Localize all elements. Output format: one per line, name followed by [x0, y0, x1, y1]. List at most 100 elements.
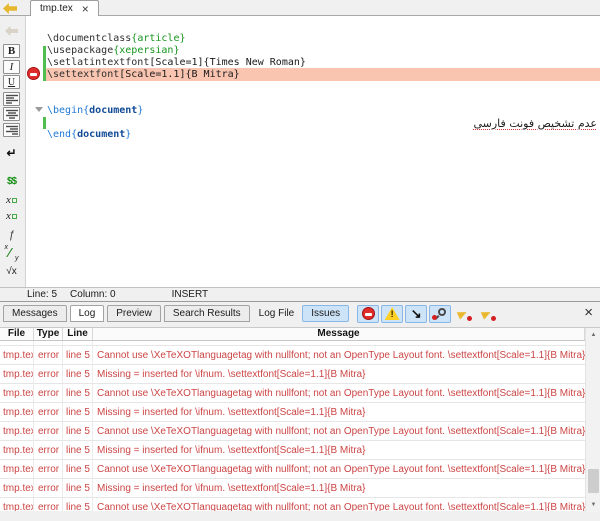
- toggle-log-file[interactable]: Log File: [259, 308, 295, 319]
- diagonal-arrow-icon: ↘: [411, 306, 422, 322]
- code-segment-plain: [Scale=1.1]: [119, 69, 185, 80]
- bold-icon: B: [8, 45, 15, 57]
- editor-line[interactable]: \end{document}: [47, 129, 597, 141]
- code-segment-envname: document: [89, 105, 137, 116]
- fraction-small-icon: ƒ: [8, 229, 14, 241]
- tab-search-results[interactable]: Search Results: [164, 305, 250, 322]
- log-row[interactable]: tmp.texerrorline 5Missing = inserted for…: [0, 479, 585, 498]
- editor-area[interactable]: \documentclass{article}\usepackage{xeper…: [26, 16, 600, 287]
- stop-icon: [27, 67, 40, 80]
- code-segment-envname: document: [77, 129, 125, 140]
- change-marker-bar: [43, 46, 46, 81]
- code-segment-plain: {B Mitra}: [185, 69, 239, 80]
- code-segment-kwblue: \end: [47, 129, 71, 140]
- log-cell-line: line 5: [63, 346, 93, 364]
- show-warnings-button[interactable]: !: [381, 305, 403, 323]
- tab-messages[interactable]: Messages: [3, 305, 67, 322]
- fraction-small-button[interactable]: ƒ: [3, 228, 20, 242]
- panel-close-icon[interactable]: ×: [584, 305, 593, 320]
- log-row[interactable]: tmp.texerrorline 5Cannot use \XeTeXOTlan…: [0, 498, 585, 511]
- log-row[interactable]: tmp.texerrorline 5Cannot use \XeTeXOTlan…: [0, 460, 585, 479]
- magnifier-icon: [438, 308, 446, 316]
- align-right-button[interactable]: [3, 123, 20, 137]
- code-segment-green: {xepersian}: [113, 45, 179, 56]
- fold-triangle-icon[interactable]: [35, 107, 43, 112]
- search-log-button[interactable]: [429, 305, 451, 323]
- tab-label: tmp.tex: [40, 3, 73, 14]
- log-cell-line: line 5: [63, 384, 93, 402]
- status-column: Column: 0: [70, 289, 116, 300]
- log-row[interactable]: tmp.texerrorline 5Missing = inserted for…: [0, 441, 585, 460]
- log-scrollbar[interactable]: ▲ ▼: [585, 328, 600, 512]
- code-segment-cmd: \documentclass: [47, 33, 131, 44]
- underline-button[interactable]: U: [3, 75, 20, 89]
- inline-math-button[interactable]: $$: [3, 174, 20, 188]
- code-segment-cmd: \usepackage: [47, 45, 113, 56]
- log-row[interactable]: tmp.texerrorline 5Missing = inserted for…: [0, 403, 585, 422]
- log-cell-file: tmp.tex: [0, 341, 34, 345]
- previous-error-button[interactable]: [453, 305, 475, 323]
- editor-line[interactable]: \begin{document}: [47, 105, 597, 117]
- log-cell-message: Cannot use \XeTeXOTlanguagetag with null…: [93, 460, 585, 478]
- log-row[interactable]: tmp.texerrorline 5Missing = inserted for…: [0, 365, 585, 384]
- log-cell-type: error: [34, 460, 63, 478]
- editor-line[interactable]: \settextfont[Scale=1.1]{B Mitra}: [47, 69, 597, 81]
- log-cell-type: error: [34, 365, 63, 383]
- newline-button[interactable]: ↵: [3, 146, 20, 160]
- toggle-issues[interactable]: Issues: [302, 305, 349, 322]
- status-bar: Line: 5 Column: 0 INSERT: [0, 287, 600, 302]
- tab-log[interactable]: Log: [70, 305, 105, 322]
- superscript-button[interactable]: x: [3, 209, 20, 223]
- log-cell-line: line 5: [63, 341, 93, 345]
- editor-line[interactable]: \documentclass{article}: [47, 33, 597, 45]
- editor-line[interactable]: \setlatintextfont[Scale=1]{Times New Rom…: [47, 57, 597, 69]
- log-cell-file: tmp.tex: [0, 422, 34, 440]
- code-segment-kwblue: }: [137, 105, 143, 116]
- align-left-button[interactable]: [3, 92, 20, 106]
- log-row[interactable]: tmp.texerrorline 5Cannot use \XeTeXOTlan…: [0, 422, 585, 441]
- header-type[interactable]: Type: [34, 328, 63, 340]
- back-arrow-icon[interactable]: [3, 3, 17, 14]
- code-segment-kwblue: \begin: [47, 105, 83, 116]
- log-cell-message: Missing = inserted for \ifnum. \settextf…: [93, 341, 585, 345]
- log-cell-message: Cannot use \XeTeXOTlanguagetag with null…: [93, 422, 585, 440]
- log-row[interactable]: tmp.texerrorline 5Cannot use \XeTeXOTlan…: [0, 346, 585, 365]
- header-message[interactable]: Message: [93, 328, 585, 340]
- next-error-button[interactable]: [477, 305, 499, 323]
- header-line[interactable]: Line: [63, 328, 93, 340]
- editor-line[interactable]: \usepackage{xepersian}: [47, 45, 597, 57]
- italic-button[interactable]: I: [3, 60, 20, 74]
- header-file[interactable]: File: [0, 328, 34, 340]
- bold-button[interactable]: B: [3, 44, 20, 58]
- status-insert-mode: INSERT: [172, 289, 209, 300]
- show-errors-button[interactable]: [357, 305, 379, 323]
- scroll-down-icon[interactable]: ▼: [586, 498, 600, 512]
- log-cell-file: tmp.tex: [0, 403, 34, 421]
- align-right-icon: [6, 125, 18, 135]
- scrollbar-thumb[interactable]: [588, 469, 599, 493]
- fraction-button[interactable]: x⁄y: [3, 246, 20, 260]
- sqrt-button[interactable]: √x: [3, 264, 20, 278]
- log-row[interactable]: tmp.texerrorline 5Cannot use \XeTeXOTlan…: [0, 384, 585, 403]
- log-cell-line: line 5: [63, 403, 93, 421]
- log-cell-message: Missing = inserted for \ifnum. \settextf…: [93, 441, 585, 459]
- tab-tmp-tex[interactable]: tmp.tex ×: [30, 0, 99, 16]
- newline-icon: ↵: [6, 146, 16, 160]
- tab-close-icon[interactable]: ×: [82, 4, 89, 14]
- log-cell-file: tmp.tex: [0, 460, 34, 478]
- align-center-button[interactable]: [3, 107, 20, 121]
- tab-preview[interactable]: Preview: [107, 305, 161, 322]
- log-table-header: File Type Line Message: [0, 328, 585, 341]
- scroll-up-icon[interactable]: ▲: [586, 328, 600, 342]
- log-cell-line: line 5: [63, 460, 93, 478]
- forward-arrow-icon[interactable]: [3, 24, 20, 38]
- show-bad-boxes-button[interactable]: ↘: [405, 305, 427, 323]
- log-cell-type: error: [34, 479, 63, 497]
- log-cell-file: tmp.tex: [0, 346, 34, 364]
- subscript-button[interactable]: x: [3, 193, 20, 207]
- superscript-box: [12, 214, 17, 219]
- error-gutter-mark[interactable]: [27, 67, 40, 80]
- log-cell-type: error: [34, 341, 63, 345]
- underline-icon: U: [8, 77, 15, 88]
- log-cell-message: Missing = inserted for \ifnum. \settextf…: [93, 403, 585, 421]
